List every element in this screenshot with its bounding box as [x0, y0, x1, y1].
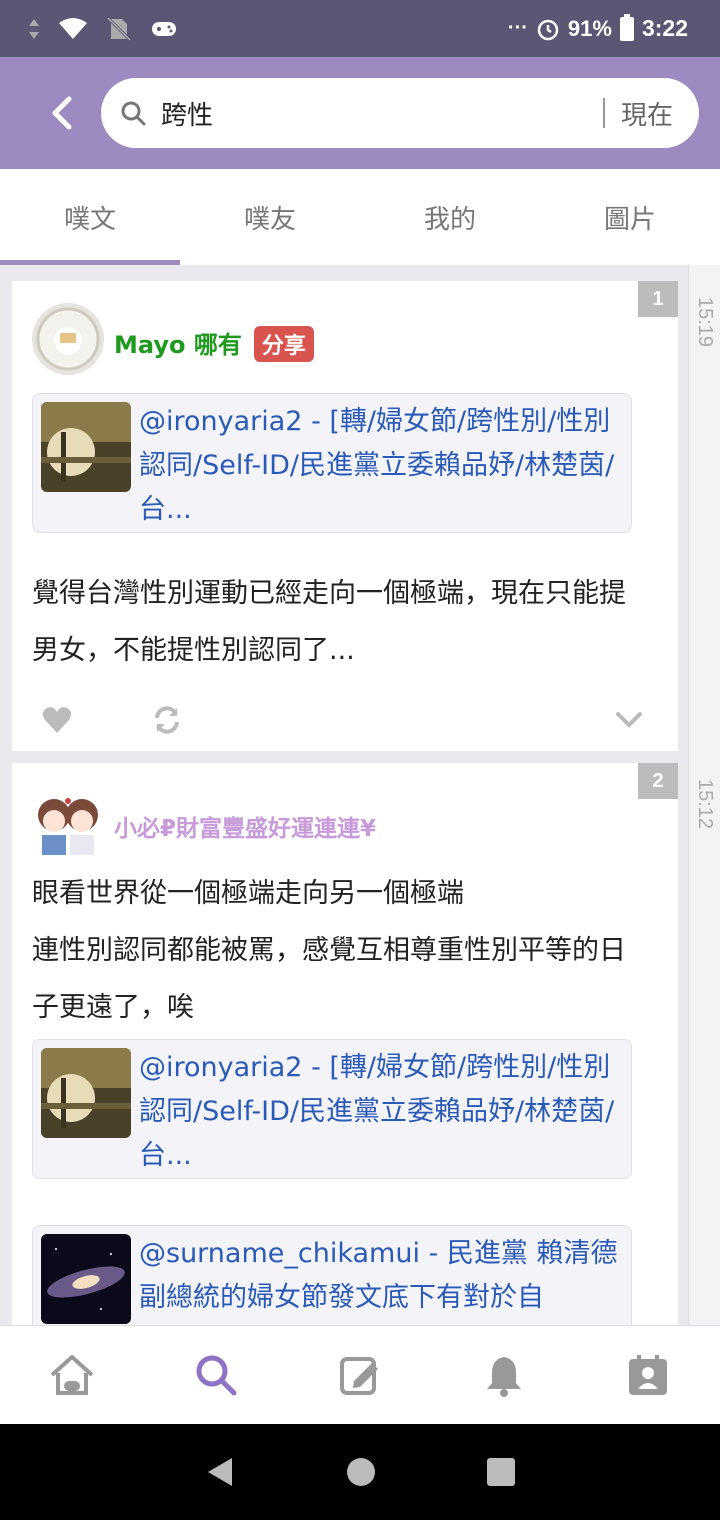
link-thumbnail — [41, 1048, 131, 1138]
tab-bar: 噗文 噗友 我的 圖片 — [0, 169, 720, 265]
post-content-line: 連性別認同都能被罵，感覺互相尊重性別平等的日子更遠了，唉 — [32, 935, 626, 1023]
post-content-line: 眼看世界從一個極端走向另一個極端 — [32, 878, 464, 909]
bell-icon — [487, 1357, 521, 1397]
post-number: 2 — [638, 763, 678, 799]
system-nav-bar — [0, 1424, 720, 1520]
data-arrows-icon — [29, 18, 39, 39]
link-title[interactable]: @surname_chikamui - 民進黨 賴清德副總統的婦女節發文底下有對… — [139, 1232, 625, 1320]
nav-search[interactable] — [186, 1345, 246, 1405]
system-recents-icon[interactable] — [486, 1457, 516, 1487]
heart-icon — [42, 707, 72, 733]
post-content: 眼看世界從一個極端走向另一個極端 連性別認同都能被罵，感覺互相尊重性別平等的日子… — [32, 865, 652, 1036]
author-name-text: 小必₽財富豐盛好運連連¥ — [114, 816, 377, 842]
search-divider — [602, 98, 605, 128]
post-content: 覺得台灣性別運動已經走向一個極端，現在只能提男女，不能提性別認同了... — [32, 578, 626, 666]
tab-plurks[interactable]: 噗文 — [0, 169, 180, 265]
post-number: 1 — [638, 281, 678, 317]
compose-icon — [340, 1357, 378, 1395]
share-badge: 分享 — [253, 326, 314, 362]
status-bar: ··· 91% 3:22 — [0, 0, 720, 57]
nav-profile[interactable] — [618, 1345, 678, 1405]
overflow-indicator: ··· — [507, 17, 528, 39]
chevron-left-icon — [52, 96, 72, 130]
timeline-bar: 15:19 15:12 — [688, 265, 720, 1325]
link-thumbnail — [41, 402, 131, 492]
avatar[interactable] — [32, 303, 104, 375]
author-name[interactable]: 小必₽財富豐盛好運連連¥ — [114, 809, 376, 843]
link-title[interactable]: @ironyaria2 - [轉/婦女節/跨性別/性別認同/Self-ID/民進… — [139, 1046, 625, 1178]
like-button[interactable] — [40, 703, 74, 737]
search-icon — [121, 101, 146, 126]
home-icon — [50, 1355, 94, 1395]
link-title[interactable]: @ironyaria2 - [轉/婦女節/跨性別/性別認同/Self-ID/民進… — [139, 400, 625, 532]
search-box[interactable]: 現在 — [101, 78, 699, 148]
author-name-text: Mayo 哪有 — [114, 331, 242, 359]
link-preview[interactable]: @ironyaria2 - [轉/婦女節/跨性別/性別認同/Self-ID/民進… — [32, 393, 632, 533]
nav-notifications[interactable] — [474, 1345, 534, 1405]
bottom-nav — [0, 1325, 720, 1424]
link-preview[interactable]: @surname_chikamui - 民進黨 賴清德副總統的婦女節發文底下有對… — [32, 1225, 632, 1325]
alarm-icon — [537, 19, 559, 40]
post-card[interactable]: 2 小必₽財富豐盛好運連連¥ 眼看世界從一個極端走向另一個極端 連性別認同都能被… — [12, 763, 678, 1325]
no-sim-icon — [106, 16, 132, 41]
system-back-icon[interactable] — [204, 1455, 236, 1489]
battery-percent: 91% — [567, 15, 612, 41]
link-thumbnail — [41, 1234, 131, 1324]
nav-compose[interactable] — [330, 1345, 390, 1405]
post-actions — [12, 695, 678, 745]
replurk-button[interactable] — [150, 703, 184, 737]
clock: 3:22 — [641, 15, 688, 41]
avatar[interactable] — [32, 787, 104, 859]
link-preview[interactable]: @ironyaria2 - [轉/婦女節/跨性別/性別認同/Self-ID/民進… — [32, 1039, 632, 1179]
replurk-icon — [155, 706, 179, 734]
system-home-icon[interactable] — [345, 1456, 377, 1488]
post-card[interactable]: 1 Mayo 哪有 分享 @ironyaria2 - [轉/婦女節/跨性別/性別認… — [12, 281, 678, 751]
post-time: 15:12 — [694, 779, 716, 830]
tab-mine[interactable]: 我的 — [360, 169, 540, 265]
profile-card-icon — [629, 1355, 667, 1395]
chevron-down-icon — [616, 712, 642, 728]
search-icon — [196, 1355, 237, 1396]
back-button[interactable] — [38, 89, 86, 137]
tab-images[interactable]: 圖片 — [540, 169, 720, 265]
search-input[interactable] — [161, 98, 603, 128]
search-header: 現在 — [0, 57, 720, 169]
post-time: 15:19 — [694, 297, 716, 348]
battery-icon — [619, 13, 634, 41]
author-name[interactable]: Mayo 哪有 分享 — [114, 325, 314, 362]
nav-home[interactable] — [42, 1345, 102, 1405]
game-controller-icon — [152, 21, 176, 36]
wifi-icon — [59, 17, 87, 39]
time-filter-button[interactable]: 現在 — [621, 95, 673, 132]
tab-friends[interactable]: 噗友 — [180, 169, 360, 265]
expand-button[interactable] — [612, 703, 646, 737]
search-results-feed[interactable]: 15:19 15:12 1 Mayo 哪有 分享 @ironyaria2 - [轉… — [0, 265, 720, 1325]
